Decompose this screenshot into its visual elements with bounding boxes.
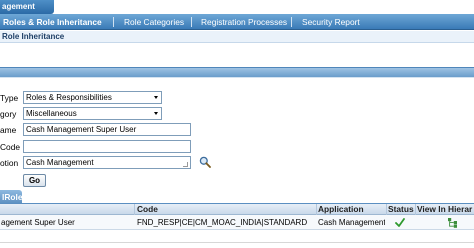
- divider: [0, 77, 474, 78]
- search-header-band: [0, 67, 474, 77]
- tab-separator: [113, 17, 114, 27]
- category-select-value: Miscellaneous: [26, 109, 77, 118]
- search-icon[interactable]: [199, 156, 211, 168]
- app-title-tab[interactable]: agement: [0, 0, 54, 14]
- go-button[interactable]: Go: [23, 174, 46, 187]
- tab-separator: [291, 17, 292, 27]
- chevron-down-icon: [154, 96, 158, 99]
- name-label: ame: [0, 125, 17, 135]
- tab-role-categories[interactable]: Role Categories: [124, 14, 184, 30]
- column-header-status[interactable]: Status: [388, 204, 414, 215]
- results-section-title: lRole: [0, 190, 23, 204]
- role-name-cell[interactable]: agement Super User: [1, 215, 133, 230]
- tab-security-report[interactable]: Security Report: [302, 14, 360, 30]
- column-header-application[interactable]: Application: [318, 204, 364, 215]
- check-icon: [395, 218, 405, 227]
- type-select-value: Roles & Responsibilities: [26, 93, 112, 102]
- tab-bar: Roles & Role Inheritance Role Categories…: [0, 14, 474, 30]
- tab-roles-role-inheritance[interactable]: Roles & Role Inheritance: [3, 14, 102, 30]
- results-table-header: Code Application Status View In Hierar: [0, 204, 474, 215]
- tab-separator: [191, 17, 192, 27]
- page-title: Role Inheritance: [0, 31, 474, 43]
- role-code-cell: FND_RESP|CE|CM_MOAC_INDIA|STANDARD: [137, 218, 308, 227]
- application-label: otion: [0, 158, 19, 168]
- name-input[interactable]: Cash Management Super User: [23, 123, 191, 136]
- application-input-value: Cash Management: [26, 158, 94, 167]
- column-header-code[interactable]: Code: [137, 204, 158, 215]
- chevron-down-icon: [154, 112, 158, 115]
- divider: [0, 242, 474, 243]
- application-input[interactable]: Cash Management: [23, 156, 191, 169]
- hierarchy-icon[interactable]: [447, 217, 458, 228]
- category-select[interactable]: Miscellaneous: [23, 107, 162, 120]
- application-cell: Cash Management: [318, 218, 385, 227]
- tab-registration-processes[interactable]: Registration Processes: [201, 14, 287, 30]
- table-row: agement Super User FND_RESP|CE|CM_MOAC_I…: [0, 215, 474, 230]
- column-header-view-in-hierarchy[interactable]: View In Hierar: [417, 204, 472, 215]
- type-select[interactable]: Roles & Responsibilities: [23, 91, 162, 104]
- type-label: Type: [0, 93, 19, 103]
- resize-grip-icon: [183, 162, 188, 167]
- code-label: Code: [0, 142, 21, 152]
- category-label: gory: [0, 109, 17, 119]
- code-input[interactable]: [23, 140, 191, 153]
